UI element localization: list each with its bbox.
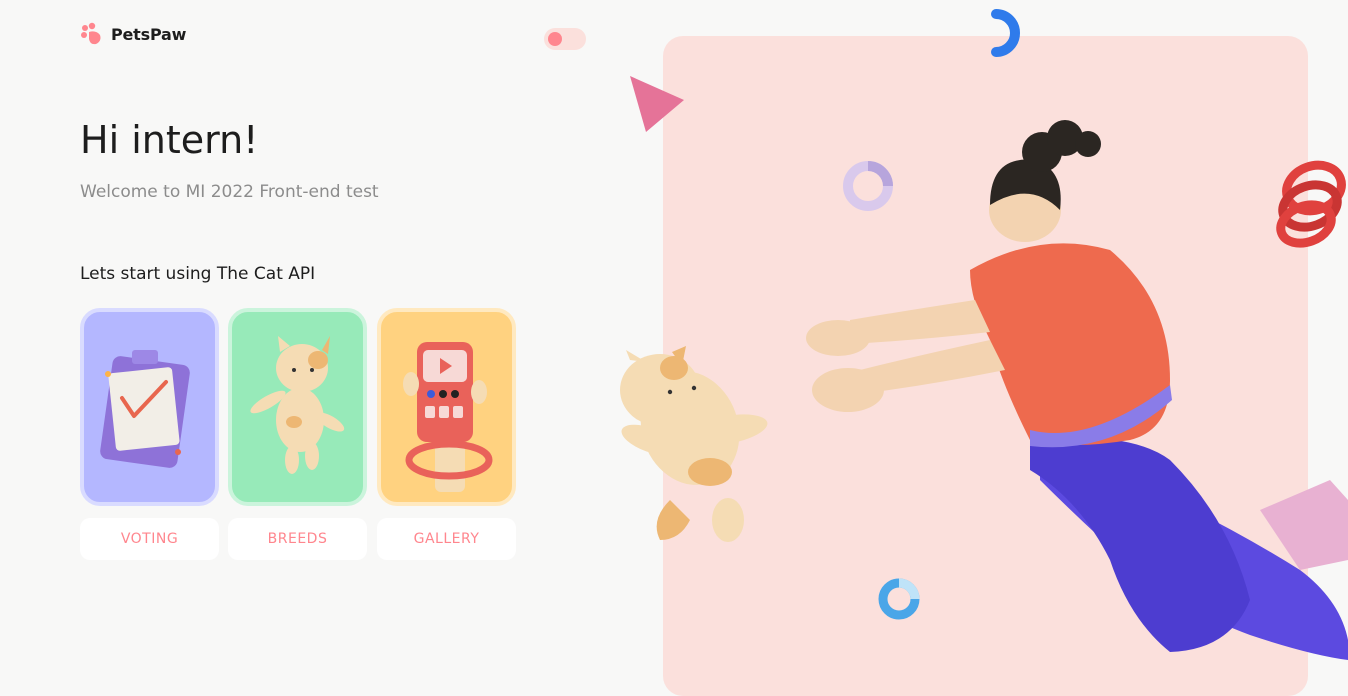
theme-toggle[interactable]: [544, 28, 586, 50]
logo-text: PetsPaw: [111, 24, 187, 44]
paw-logo-icon: [81, 22, 101, 45]
logo[interactable]: PetsPaw: [80, 22, 186, 46]
section-title: Lets start using The Cat API: [80, 264, 316, 284]
greeting-subtitle: Welcome to MI 2022 Front-end test: [80, 182, 379, 202]
toggle-knob: [548, 32, 562, 46]
breeds-cat-icon: [250, 336, 345, 474]
blue-arc-decoration: [991, 9, 1020, 57]
gallery-phone-icon: [403, 342, 493, 492]
breeds-button[interactable]: BREEDS: [228, 518, 367, 560]
voting-button[interactable]: VOTING: [80, 518, 219, 560]
gallery-card-image[interactable]: [377, 308, 516, 506]
nav-card-voting[interactable]: VOTING: [80, 308, 219, 560]
girl-reaching-for-cat-illustration: [620, 120, 1348, 660]
voting-clipboard-icon: [100, 350, 190, 468]
breeds-card-image[interactable]: [228, 308, 367, 506]
nav-card-gallery[interactable]: GALLERY: [377, 308, 516, 560]
voting-card-image[interactable]: [80, 308, 219, 506]
greeting-title: Hi intern!: [80, 118, 259, 162]
nav-card-breeds[interactable]: BREEDS: [228, 308, 367, 560]
gallery-button[interactable]: GALLERY: [377, 518, 516, 560]
